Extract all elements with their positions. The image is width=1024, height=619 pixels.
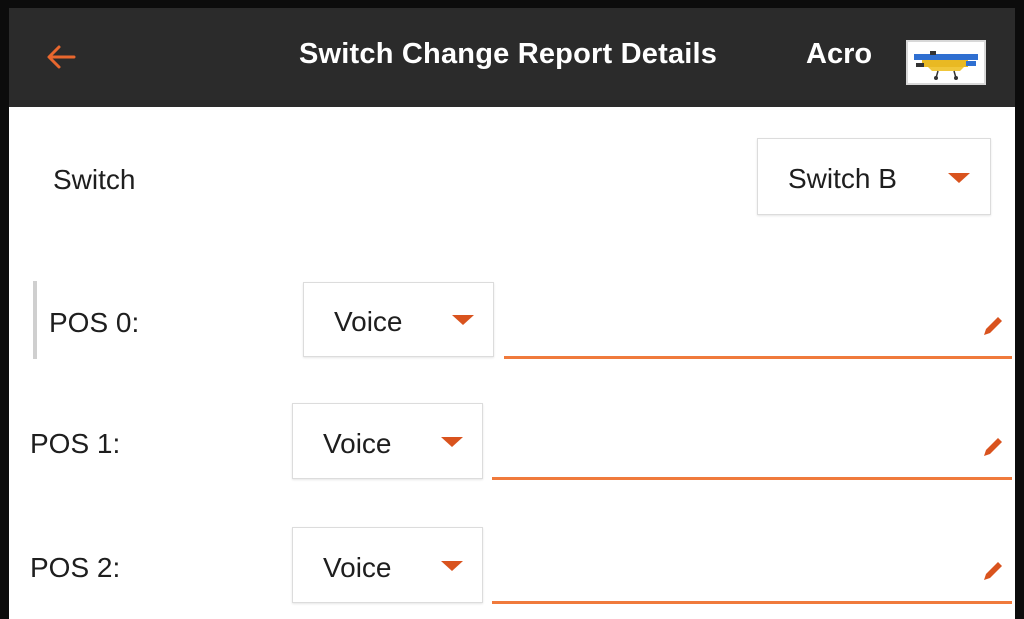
pos-0-mode-value: Voice — [334, 306, 403, 337]
airplane-thumbnail-icon — [908, 42, 984, 83]
chevron-down-icon — [452, 315, 474, 325]
pos-0-mode-select[interactable]: Voice — [303, 282, 494, 357]
top-app-bar: Switch Change Report Details Acro — [9, 8, 1015, 107]
pencil-icon[interactable] — [980, 558, 1006, 584]
row-focus-indicator — [33, 281, 37, 359]
arrow-left-icon[interactable] — [43, 39, 79, 75]
chevron-down-icon — [441, 561, 463, 571]
switch-select-value: Switch B — [788, 163, 897, 194]
pos-2-mode-value: Voice — [323, 552, 392, 583]
pos-1-mode-select[interactable]: Voice — [292, 403, 483, 479]
frame-border-left — [0, 0, 9, 619]
switch-label: Switch — [53, 164, 136, 195]
chevron-down-icon — [948, 173, 970, 183]
chevron-down-icon — [441, 437, 463, 447]
pencil-icon[interactable] — [980, 434, 1006, 460]
pencil-icon[interactable] — [980, 313, 1006, 339]
page-title: Switch Change Report Details — [299, 38, 718, 70]
pos-2-underline — [492, 601, 1012, 604]
model-name: Acro — [806, 38, 873, 70]
pos-0-label: POS 0: — [49, 307, 140, 338]
app-screen: Switch Change Report Details Acro Switch… — [0, 0, 1024, 619]
pos-0-text-field[interactable] — [504, 309, 1012, 359]
pos-0-underline — [504, 356, 1012, 359]
pos-1-text-field[interactable] — [492, 430, 1012, 480]
pos-2-text-field[interactable] — [492, 554, 1012, 604]
switch-select[interactable]: Switch B — [757, 138, 991, 215]
pos-2-mode-select[interactable]: Voice — [292, 527, 483, 603]
pos-2-label: POS 2: — [30, 552, 121, 583]
model-thumbnail[interactable] — [906, 40, 986, 85]
settings-panel: Switch Switch B POS 0: Voice POS 1: Voic… — [9, 107, 1015, 619]
pos-1-mode-value: Voice — [323, 428, 392, 459]
frame-border-right — [1015, 0, 1024, 619]
pos-1-underline — [492, 477, 1012, 480]
frame-border-top — [0, 0, 1024, 8]
pos-1-label: POS 1: — [30, 428, 121, 459]
